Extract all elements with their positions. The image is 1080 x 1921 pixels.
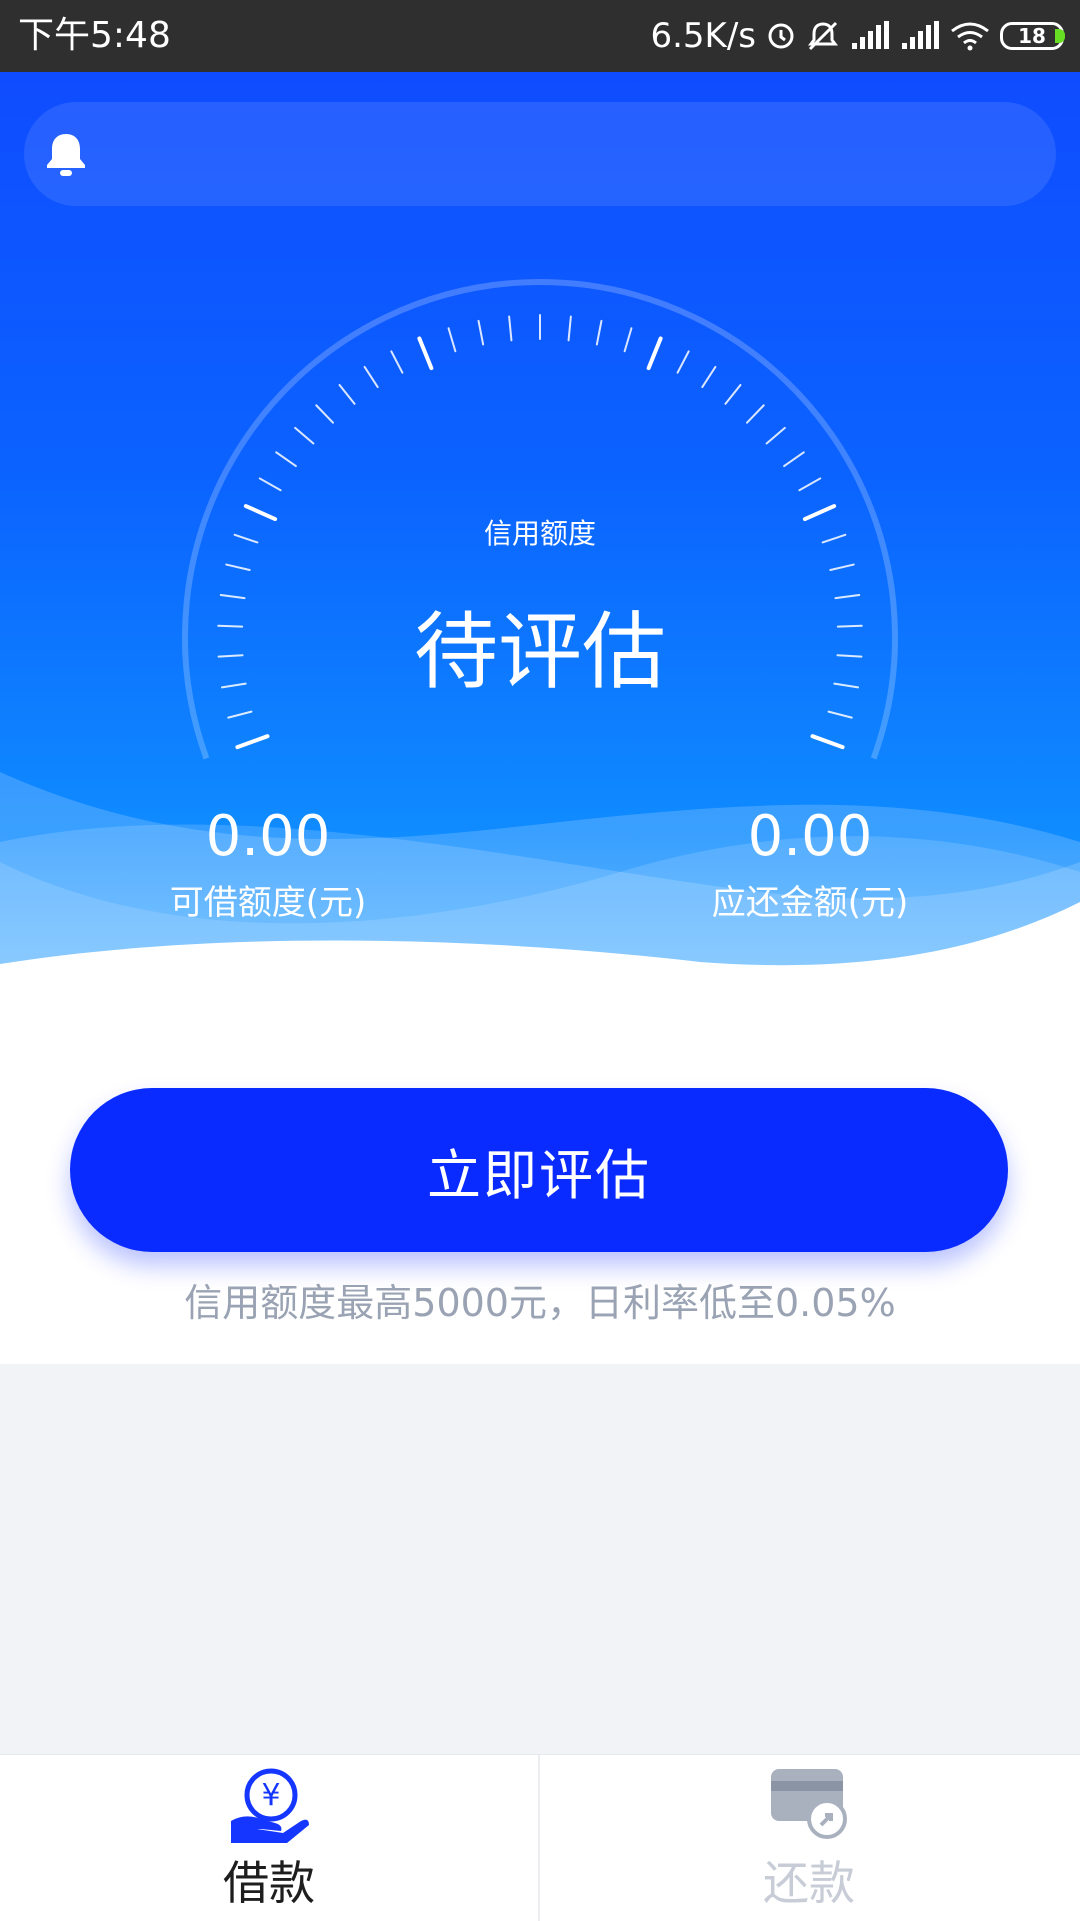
amount-due-label: 应还金额(元) bbox=[711, 883, 909, 923]
battery-level: 18 bbox=[1018, 24, 1046, 48]
bottom-nav: ¥ 借款 还款 bbox=[0, 1754, 1080, 1921]
battery-icon: 18 bbox=[1000, 22, 1065, 50]
network-speed: 6.5K/s bbox=[650, 16, 756, 56]
evaluate-now-button[interactable]: 立即评估 bbox=[70, 1088, 1008, 1252]
mute-icon bbox=[808, 21, 838, 51]
available-credit-label: 可借额度(元) bbox=[169, 883, 367, 923]
loan-hand-yen-icon: ¥ bbox=[231, 1768, 309, 1843]
nav-item-loan[interactable]: ¥ 借款 bbox=[0, 1755, 538, 1921]
nav-item-repay[interactable]: 还款 bbox=[540, 1755, 1078, 1921]
nav-label-repay: 还款 bbox=[763, 1856, 855, 1910]
nav-label-loan: 借款 bbox=[223, 1856, 315, 1910]
available-credit: 0.00 可借额度(元) bbox=[68, 802, 468, 926]
action-card: 立即评估 信用额度最高5000元，日利率低至0.05% bbox=[0, 972, 1080, 1364]
signal-icon bbox=[902, 21, 939, 49]
status-time: 下午5:48 bbox=[18, 15, 171, 56]
wifi-icon bbox=[951, 22, 989, 51]
status-icons: 6.5K/s 18 bbox=[650, 14, 1065, 58]
available-credit-value: 0.00 bbox=[205, 804, 331, 869]
card-repay-icon bbox=[771, 1769, 847, 1839]
status-bar: 下午5:48 6.5K/s 18 bbox=[0, 0, 1080, 72]
amount-due: 0.00 应还金额(元) bbox=[610, 802, 1010, 926]
credit-hero: 信用额度 待评估 0.00 可借额度(元) 0.00 应还金额(元) bbox=[0, 72, 1080, 972]
credit-note: 信用额度最高5000元，日利率低至0.05% bbox=[184, 1281, 896, 1325]
signal-icon bbox=[852, 21, 889, 49]
amount-due-value: 0.00 bbox=[747, 804, 873, 869]
sync-icon bbox=[768, 23, 794, 49]
svg-text:¥: ¥ bbox=[261, 1778, 280, 1813]
